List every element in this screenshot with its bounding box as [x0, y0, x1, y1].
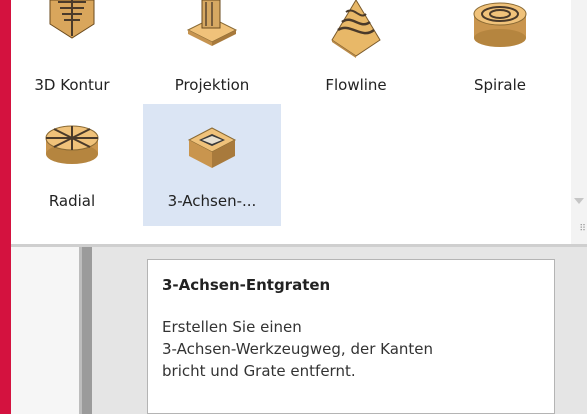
tool-flowline[interactable]: Flowline: [297, 0, 415, 104]
spiral-icon: [473, 2, 527, 47]
3d-contour-icon: [49, 0, 95, 39]
tool-label: Projektion: [174, 76, 250, 94]
tool-label: 3D Kontur: [34, 76, 110, 94]
tool-3d-contour[interactable]: 3D Kontur: [13, 0, 131, 104]
radial-icon: [45, 125, 99, 164]
tooltip-line: 3-Achsen-Werkzeugweg, der Kanten: [162, 340, 434, 358]
resize-grip-icon[interactable]: ⠿: [579, 225, 586, 234]
divider: [11, 244, 587, 247]
3-axis-deburr-icon: [187, 127, 237, 168]
tooltip: 3-Achsen-Entgraten Erstellen Sie einen 3…: [147, 259, 555, 414]
tool-radial[interactable]: Radial: [13, 104, 131, 226]
tooltip-line: bricht und Grate entfernt.: [162, 362, 356, 380]
tool-3-axis-deburr[interactable]: 3-Achsen-...: [143, 104, 281, 226]
flowline-icon: [331, 0, 381, 58]
gallery-scrollbar[interactable]: ⠿: [571, 0, 587, 244]
tool-label: Spirale: [474, 76, 526, 94]
panel-shadow: [82, 247, 92, 414]
tool-label: Radial: [48, 192, 96, 210]
tool-label: 3-Achsen-...: [167, 192, 257, 210]
tooltip-title: 3-Achsen-Entgraten: [162, 276, 331, 294]
scroll-down-icon[interactable]: [574, 198, 584, 204]
tool-label: Flowline: [325, 76, 387, 94]
tooltip-line: Erstellen Sie einen: [162, 318, 302, 336]
toolpath-gallery: 3D Kontur Projektion Flowline Spirale Ra…: [11, 0, 587, 244]
side-panel: [11, 247, 79, 414]
tool-spiral[interactable]: Spirale: [441, 0, 559, 104]
tooltip-description: Erstellen Sie einen 3-Achsen-Werkzeugweg…: [162, 316, 540, 382]
projection-icon: [186, 0, 238, 46]
tool-projection[interactable]: Projektion: [153, 0, 271, 104]
